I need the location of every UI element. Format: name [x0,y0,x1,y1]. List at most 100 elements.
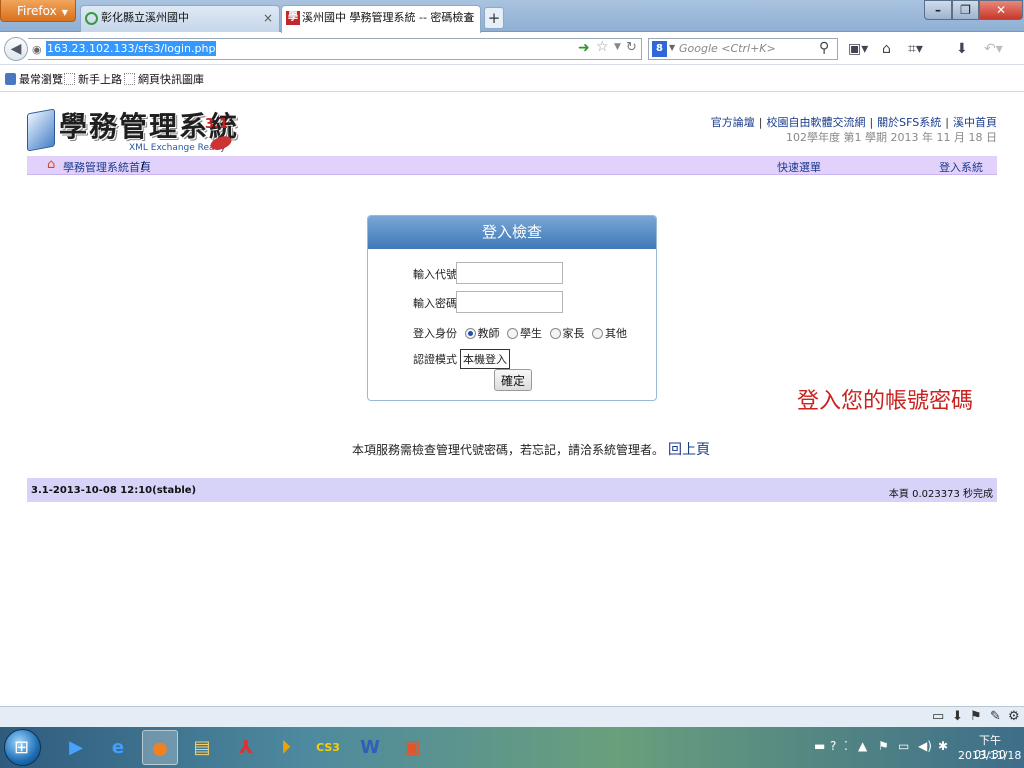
word-icon[interactable]: W [352,730,388,765]
service-notice: 本項服務需檢查管理代號密碼，若忘記，請洽系統管理者。 回上頁 [352,439,710,459]
password-label: 輸入密碼 [413,297,457,310]
url-bar[interactable]: ◉ 163.23.102.133/sfs3/login.php ➜ ☆ ▼ ↻ [28,38,642,60]
gear-icon[interactable]: ⚙ [1008,709,1020,724]
logo-version: 3.1 [205,117,229,132]
download-arrow-icon[interactable]: ⬇ [952,709,963,724]
reload-icon[interactable]: ↻ [626,40,637,55]
monitor-icon [27,108,55,152]
keyboard-icon[interactable]: ▬ [814,739,825,753]
close-tab-icon[interactable]: × [263,6,273,30]
bookmark-folder-icon [5,73,16,85]
windows-media-player-icon[interactable]: ▶ [58,730,94,765]
home-icon[interactable]: ⌂ [47,157,55,172]
role-other-radio[interactable] [592,328,603,339]
role-teacher-radio[interactable] [464,328,476,339]
role-student-radio[interactable] [507,328,518,339]
sfs-favicon-icon: 學 [286,11,300,25]
acrobat-icon[interactable]: ⅄ [228,730,264,765]
dots-icon[interactable]: ⁚ [844,739,848,753]
bookmarks-menu-icon[interactable]: ▣▾ [848,41,868,57]
close-window-button[interactable]: ✕ [979,0,1023,20]
id-label: 輸入代號 [413,268,457,281]
bookmark-star-icon[interactable]: ☆ [596,39,609,55]
login-hint: 登入您的帳號密碼 [797,389,974,414]
extension-icon[interactable]: ↶▾ [984,41,1003,57]
bookmark-web-slice-gallery[interactable]: 網頁快訊圖庫 [124,71,204,87]
bookmark-most-visited[interactable]: 最常瀏覽 [5,71,63,87]
file-explorer-icon[interactable]: ▤ [184,730,220,765]
new-tab-button[interactable]: + [484,7,504,29]
search-bar[interactable]: 8 ▼ Google <Ctrl+K> ⚲ [648,38,838,60]
version-text: 3.1-2013-10-08 12:10(stable) [31,485,197,496]
auth-mode-label: 認證模式 [413,353,457,366]
download-icon[interactable]: ⬇ [956,41,968,57]
internet-explorer-icon[interactable]: e [100,730,136,765]
back-button[interactable]: ◀ [4,37,28,61]
clock-date[interactable]: 2013/11/18 [958,749,1021,762]
crop-tool-icon[interactable]: ⌗▾ [908,41,923,57]
action-center-flag-icon[interactable]: ⚑ [878,739,889,753]
login-system-link[interactable]: 登入系統 [939,159,983,175]
restore-window-button[interactable]: ❐ [952,0,979,20]
start-button[interactable]: ⊞ [4,729,41,766]
login-panel-title: 登入檢查 [368,216,656,249]
minimize-window-button[interactable]: – [924,0,952,20]
quick-menu-link[interactable]: 快速選單 [777,159,821,175]
security-icon[interactable]: ✱ [938,739,948,753]
navigation-toolbar: ◀ ◉ 163.23.102.133/sfs3/login.php ➜ ☆ ▼ … [0,33,1024,65]
back-page-link[interactable]: 回上頁 [668,442,710,458]
bookmark-page-icon [124,73,135,85]
back-arrow-icon: ◀ [10,41,22,57]
volume-icon[interactable]: ◀) [918,739,932,753]
login-panel: 登入檢查 輸入代號 輸入密碼 登入身份 教師 學生 家長 其他 認證模式 本機登入… [367,215,657,401]
show-hidden-icons[interactable]: ▲ [858,739,867,753]
url-text[interactable]: 163.23.102.133/sfs3/login.php [46,41,217,56]
breadcrumb-home-link[interactable]: 學務管理系統首頁 [63,159,151,175]
pdf-editor-icon[interactable]: ▣ [394,730,430,765]
menu-bar: ⌂ 學務管理系統首頁 / 快速選單 登入系統 [27,156,997,175]
bookmark-getting-started[interactable]: 新手上路 [64,71,122,87]
link-campus-free-software[interactable]: 校園自由軟體交流網 [766,116,865,129]
browser-tab-password-check[interactable]: 學 溪州國中 學務管理系統 -- 密碼檢查 × [281,5,481,33]
photoshop-cs3-icon[interactable]: CS3 [310,730,346,765]
windows-logo-icon: ⊞ [14,737,30,758]
help-icon[interactable]: ? [830,739,836,753]
window-icon[interactable]: ▭ [932,709,944,724]
top-links: 官方論壇 | 校園自由軟體交流網 | 關於SFS系統 | 溪中首頁 [710,116,997,129]
chevron-down-icon[interactable]: ▼ [669,43,675,52]
password-input[interactable] [456,291,563,313]
site-identity-icon[interactable]: ◉ [32,43,42,56]
link-official-forum[interactable]: 官方論壇 [711,116,755,129]
bookmark-page-icon [64,73,75,85]
magnifier-icon[interactable]: ⚲ [819,40,829,56]
id-input[interactable] [456,262,563,284]
link-about-sfs[interactable]: 關於SFS系統 [877,116,941,129]
role-row: 登入身份 教師 學生 家長 其他 [413,327,627,340]
close-tab-icon[interactable]: × [464,6,474,30]
sfs-logo[interactable]: 學務管理系統 3.1 XML Exchange Ready [27,101,242,157]
link-school-home[interactable]: 溪中首頁 [953,116,997,129]
auth-mode-select[interactable]: 本機登入 [460,349,510,369]
role-parent-radio[interactable] [549,328,561,339]
search-engine-icon[interactable]: 8 [652,41,667,57]
premiere-icon[interactable]: ⏵ [268,730,304,765]
firefox-taskbar-icon[interactable]: ● [142,730,178,765]
search-placeholder[interactable]: Google <Ctrl+K> [679,42,776,55]
password-row: 輸入密碼 [413,291,563,313]
page-content: 學務管理系統 3.1 XML Exchange Ready 官方論壇 | 校園自由軟… [0,93,1024,705]
academic-date: 102學年度 第1 學期 2013 年 11 月 18 日 [786,131,997,144]
flag-icon[interactable]: ⚑ [970,709,982,724]
addon-bar: ▭ ⬇ ⚑ ✎ ⚙ [0,706,1024,727]
auth-mode-row: 認證模式 本機登入 [413,349,510,369]
confirm-button[interactable]: 確定 [494,369,532,391]
firefox-menu-button[interactable]: Firefox ▼ [0,0,76,22]
wrench-icon[interactable]: ✎ [990,709,1001,724]
go-arrow-icon[interactable]: ➜ [578,40,590,56]
home-icon[interactable]: ⌂ [882,41,891,57]
loading-favicon-icon [85,12,98,25]
history-dropdown-icon[interactable]: ▼ [614,42,621,52]
network-icon[interactable]: ▭ [898,739,909,753]
browser-tab-school-home[interactable]: 彰化縣立溪州國中 × [80,5,280,32]
bookmarks-toolbar: 最常瀏覽 新手上路 網頁快訊圖庫 [0,66,1024,92]
page-footer: 3.1-2013-10-08 12:10(stable) 本頁 0.023373… [27,478,997,502]
